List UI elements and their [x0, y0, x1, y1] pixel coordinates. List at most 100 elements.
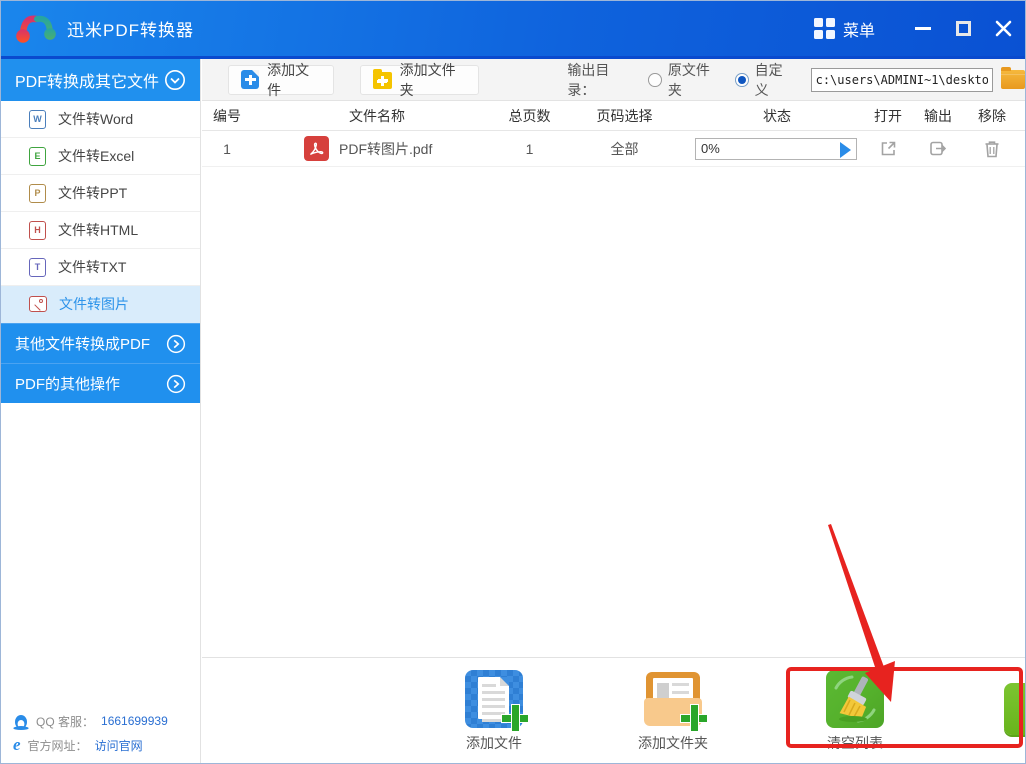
sidebar-item-label: 文件转图片 [59, 296, 129, 312]
add-file-label: 添加文件 [267, 61, 310, 98]
clear-list-big-icon [826, 670, 884, 728]
sidebar-item-label: 文件转TXT [58, 259, 127, 275]
menu-label: 菜单 [842, 22, 875, 40]
add-folder-action-label: 添加文件夹 [638, 735, 708, 751]
browse-folder-icon[interactable] [1001, 67, 1025, 89]
progress-value: 0% [701, 141, 720, 156]
progress-bar: 0% [695, 137, 857, 160]
output-path-input[interactable] [810, 67, 994, 92]
open-output-button[interactable] [914, 139, 962, 158]
app-logo-icon [16, 15, 56, 43]
clear-list-action[interactable]: 清空列表 [815, 670, 895, 753]
table-header: 编号 文件名称 总页数 页码选择 状态 打开 输出 移除 [202, 101, 1025, 131]
contact-info: QQ 客服： 1661699939 e 官方网址： 访问官网 [13, 709, 168, 757]
bottom-action-bar: 添加文件 添加文件夹 清空列表 [202, 657, 1025, 763]
col-index: 编号 [213, 107, 241, 124]
annotation-arrow-shaft [828, 524, 884, 670]
page-range[interactable]: 全部 [557, 139, 692, 159]
trash-icon [985, 140, 999, 157]
close-icon [995, 20, 1011, 37]
sidebar-item-ppt[interactable]: P 文件转PPT [1, 175, 200, 212]
radio-original-folder[interactable]: 原文件夹 [648, 60, 721, 100]
sidebar-item-image[interactable]: 文件转图片 [1, 286, 200, 323]
col-page-select: 页码选择 [596, 107, 653, 124]
word-file-icon: W [29, 109, 46, 129]
row-index: 1 [223, 140, 231, 157]
qq-service-label: QQ 客服： [36, 714, 95, 729]
app-title: 迅米PDF转换器 [67, 21, 194, 40]
maximize-button[interactable] [943, 1, 983, 56]
menu-button[interactable]: 菜单 [813, 17, 875, 41]
clear-list-action-label: 清空列表 [827, 735, 883, 751]
start-convert-button[interactable]: 开始转换 [1004, 683, 1025, 735]
official-site-label: 官方网址： [27, 738, 88, 753]
chevron-down-circle-icon [165, 70, 185, 90]
html-file-icon: H [29, 220, 46, 240]
txt-file-icon: T [29, 257, 46, 277]
plus-icon [501, 704, 529, 732]
add-folder-icon [372, 69, 392, 89]
qq-number-link[interactable]: 1661699939 [101, 714, 168, 728]
col-filename: 文件名称 [349, 107, 405, 124]
add-folder-label: 添加文件夹 [399, 61, 456, 98]
file-name: PDF转图片.pdf [339, 140, 433, 157]
add-folder-button[interactable]: 添加文件夹 [359, 62, 480, 98]
col-pages: 总页数 [508, 107, 551, 124]
sidebar-item-html[interactable]: H 文件转HTML [1, 212, 200, 249]
sidebar-item-label: 文件转Word [58, 111, 134, 127]
sidebar-group-label: 其他文件转换成PDF [15, 336, 151, 353]
radio-custom-label: 自定义 [754, 61, 783, 98]
col-open: 打开 [874, 107, 902, 124]
page-count: 1 [525, 140, 534, 157]
pdf-file-icon [304, 136, 329, 161]
radio-original-label: 原文件夹 [667, 61, 710, 98]
output-dir-label: 输出目录： [567, 61, 610, 98]
sidebar: PDF转换成其它文件 W 文件转Word E 文件转Excel P 文件转PPT… [1, 59, 201, 763]
col-status: 状态 [763, 107, 791, 124]
minimize-icon [915, 27, 931, 30]
close-button[interactable] [983, 1, 1023, 56]
radio-custom[interactable]: 自定义 [735, 60, 794, 100]
add-file-action-label: 添加文件 [466, 735, 522, 751]
add-file-icon [241, 70, 260, 89]
open-file-button[interactable] [862, 139, 914, 158]
sidebar-item-txt[interactable]: T 文件转TXT [1, 249, 200, 286]
sidebar-group-label: PDF转换成其它文件 [15, 74, 160, 91]
remove-file-button[interactable] [962, 139, 1022, 159]
minimize-button[interactable] [903, 1, 943, 56]
col-remove: 移除 [978, 107, 1006, 124]
qq-icon [13, 714, 29, 730]
sidebar-item-word[interactable]: W 文件转Word [1, 101, 200, 138]
sidebar-group-label: PDF的其他操作 [15, 376, 121, 393]
visit-site-link[interactable]: 访问官网 [95, 737, 143, 754]
add-folder-action[interactable]: 添加文件夹 [633, 670, 713, 753]
chevron-right-circle-icon [166, 334, 186, 353]
chevron-right-circle-icon [166, 374, 186, 393]
add-file-big-icon [465, 670, 529, 732]
image-file-icon [29, 296, 47, 312]
add-folder-big-icon [644, 670, 708, 732]
radio-checked-icon [735, 72, 749, 87]
table-row: 1 PDF转图片.pdf 1 全部 0% [202, 131, 1025, 167]
title-bar: 迅米PDF转换器 菜单 [1, 1, 1025, 59]
sidebar-item-label: 文件转Excel [58, 148, 135, 164]
plus-icon [680, 704, 708, 732]
add-file-action[interactable]: 添加文件 [454, 670, 534, 753]
maximize-icon [955, 21, 971, 36]
sidebar-item-excel[interactable]: E 文件转Excel [1, 138, 200, 175]
sidebar-group-pdf-ops[interactable]: PDF的其他操作 [1, 363, 200, 403]
toolbar: 添加文件 添加文件夹 输出目录： 原文件夹 自定义 [202, 59, 1025, 101]
sidebar-group-other-to-pdf[interactable]: 其他文件转换成PDF [1, 323, 200, 363]
output-arrow-icon [930, 141, 947, 156]
ie-browser-icon: e [13, 735, 21, 754]
sidebar-item-label: 文件转PPT [58, 185, 128, 201]
row-play-icon[interactable] [840, 141, 851, 158]
app-window: 迅米PDF转换器 菜单 PDF转换成其它文件 W 文件转Word E 文件转Ex… [0, 0, 1026, 764]
menu-grid-icon [813, 18, 835, 39]
ppt-file-icon: P [29, 183, 46, 203]
add-file-button[interactable]: 添加文件 [228, 62, 334, 98]
col-output: 输出 [924, 107, 952, 124]
sidebar-item-label: 文件转HTML [58, 222, 139, 238]
sidebar-group-pdf-to-other[interactable]: PDF转换成其它文件 [1, 59, 200, 101]
radio-unchecked-icon [648, 72, 662, 87]
